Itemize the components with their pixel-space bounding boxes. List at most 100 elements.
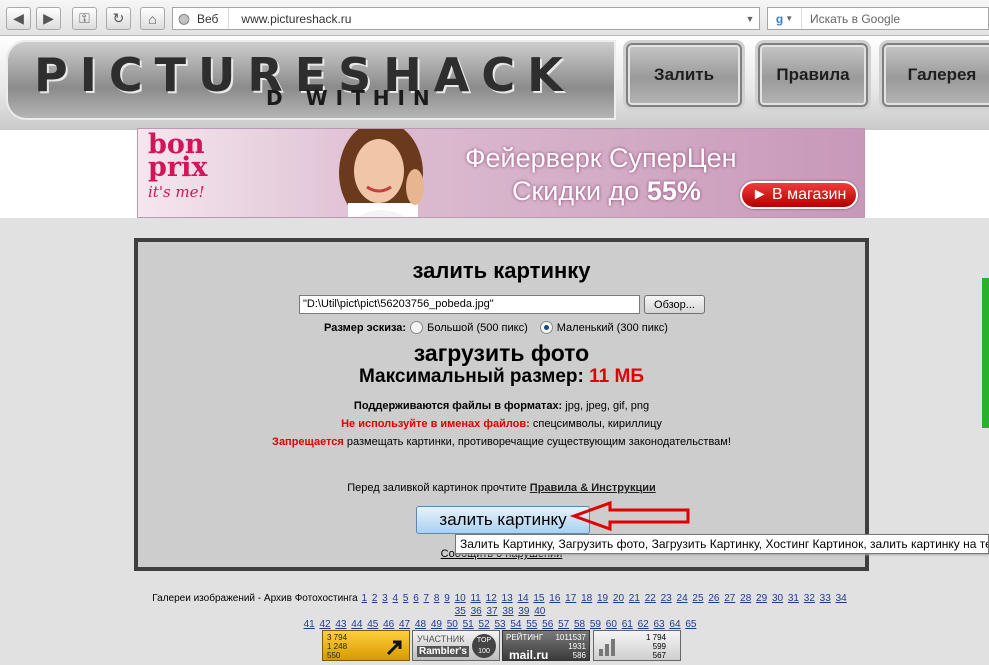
address-bar[interactable]: ◍ Веб www.pictureshack.ru ▼ [172, 7, 760, 30]
gallery-page-link[interactable]: 56 [542, 619, 553, 630]
gallery-page-link[interactable]: 34 [836, 593, 847, 604]
gallery-page-link[interactable]: 14 [517, 593, 528, 604]
gallery-page-link[interactable]: 13 [502, 593, 513, 604]
gallery-page-link[interactable]: 20 [613, 593, 624, 604]
gallery-page-link[interactable]: 47 [399, 619, 410, 630]
gallery-page-link[interactable]: 29 [756, 593, 767, 604]
gallery-page-link[interactable]: 49 [431, 619, 442, 630]
reload-icon: ↻ [112, 10, 125, 26]
gallery-page-link[interactable]: 4 [393, 593, 399, 604]
menu-upload-button[interactable]: Залить [626, 43, 742, 107]
gallery-page-link[interactable]: 18 [581, 593, 592, 604]
gallery-page-link[interactable]: 60 [606, 619, 617, 630]
browse-button[interactable]: Обзор... [644, 295, 705, 314]
gallery-page-link[interactable]: 51 [463, 619, 474, 630]
gallery-page-link[interactable]: 28 [740, 593, 751, 604]
counter-stat[interactable]: 1 794 599 567 [593, 630, 681, 661]
gallery-page-link[interactable]: 5 [403, 593, 409, 604]
file-path-input[interactable]: "D:\Util\pict\pict\56203756_pobeda.jpg" [299, 295, 640, 314]
gallery-page-link[interactable]: 26 [708, 593, 719, 604]
gallery-page-link[interactable]: 61 [622, 619, 633, 630]
gallery-page-link[interactable]: 3 [382, 593, 388, 604]
gallery-page-link[interactable]: 40 [534, 606, 545, 617]
gallery-page-link[interactable]: 65 [685, 619, 696, 630]
arrow-up-right-icon [386, 640, 402, 656]
gallery-page-link[interactable]: 33 [820, 593, 831, 604]
radio-large[interactable] [410, 321, 424, 334]
gallery-page-link[interactable]: 27 [724, 593, 735, 604]
gallery-page-link[interactable]: 42 [319, 619, 330, 630]
google-logo-icon[interactable]: g ▼ [768, 8, 802, 29]
radio-small-label: Маленький (300 пикс) [556, 321, 668, 334]
radio-large-label: Большой (500 пикс) [427, 321, 528, 334]
google-search-box[interactable]: g ▼ Искать в Google [767, 7, 989, 30]
gallery-page-link[interactable]: 53 [494, 619, 505, 630]
gallery-page-link[interactable]: 38 [502, 606, 513, 617]
gallery-page-link[interactable]: 22 [645, 593, 656, 604]
gallery-page-link[interactable]: 37 [486, 606, 497, 617]
forward-button[interactable]: ▶ [36, 7, 61, 30]
gallery-page-link[interactable]: 48 [415, 619, 426, 630]
address-url[interactable]: www.pictureshack.ru [229, 12, 741, 26]
gallery-page-link[interactable]: 43 [335, 619, 346, 630]
gallery-page-link[interactable]: 17 [565, 593, 576, 604]
gallery-page-link[interactable]: 21 [629, 593, 640, 604]
key-button[interactable]: ⚿ [72, 7, 97, 30]
gallery-page-link[interactable]: 46 [383, 619, 394, 630]
gallery-page-link[interactable]: 8 [434, 593, 440, 604]
gallery-page-link[interactable]: 16 [549, 593, 560, 604]
search-input[interactable]: Искать в Google [802, 12, 900, 26]
gallery-page-link[interactable]: 35 [455, 606, 466, 617]
gallery-page-link[interactable]: 57 [558, 619, 569, 630]
reload-button[interactable]: ↻ [106, 7, 131, 30]
gallery-page-link[interactable]: 9 [444, 593, 450, 604]
counter-rambler[interactable]: УЧАСТНИК Rambler's TOP 100 [412, 630, 500, 661]
gallery-page-link[interactable]: 6 [413, 593, 419, 604]
ad-banner[interactable]: bon prix it's me! Фейерверк СуперЦен Ски… [137, 128, 865, 218]
gallery-page-link[interactable]: 31 [788, 593, 799, 604]
gallery-page-link[interactable]: 10 [455, 593, 466, 604]
gallery-page-link[interactable]: 63 [654, 619, 665, 630]
gallery-page-link[interactable]: 2 [372, 593, 378, 604]
counter-mailru[interactable]: РЕЙТИНГ 1011537 1931 586 mail.ru [502, 630, 590, 662]
home-button[interactable]: ⌂ [140, 7, 165, 30]
gallery-page-link[interactable]: 25 [692, 593, 703, 604]
gallery-page-link[interactable]: 30 [772, 593, 783, 604]
upload-submit-button[interactable]: залить картинку [416, 506, 590, 534]
gallery-page-link[interactable]: 32 [804, 593, 815, 604]
browser-toolbar: ◀ ▶ ⚿ ↻ ⌂ ◍ Веб www.pictureshack.ru ▼ g ▼… [0, 0, 989, 36]
bar-chart-icon [599, 639, 615, 656]
gallery-label: Галереи изображений - Архив Фотохостинга [152, 593, 358, 604]
gallery-page-link[interactable]: 12 [486, 593, 497, 604]
menu-rules-button[interactable]: Правила [758, 43, 868, 107]
gallery-page-link[interactable]: 36 [471, 606, 482, 617]
upload-heading: залить картинку [412, 258, 591, 283]
rules-link[interactable]: Правила & Инструкции [530, 482, 656, 494]
gallery-page-link[interactable]: 55 [526, 619, 537, 630]
forward-arrow-icon: ▶ [43, 10, 54, 26]
gallery-page-link[interactable]: 45 [367, 619, 378, 630]
gallery-page-link[interactable]: 52 [479, 619, 490, 630]
gallery-page-link[interactable]: 1 [361, 593, 367, 604]
gallery-page-link[interactable]: 62 [638, 619, 649, 630]
gallery-page-link[interactable]: 50 [447, 619, 458, 630]
gallery-page-link[interactable]: 54 [510, 619, 521, 630]
gallery-page-link[interactable]: 24 [677, 593, 688, 604]
gallery-page-link[interactable]: 23 [661, 593, 672, 604]
back-button[interactable]: ◀ [6, 7, 31, 30]
menu-gallery-button[interactable]: Галерея [882, 43, 989, 107]
gallery-page-link[interactable]: 59 [590, 619, 601, 630]
gallery-page-link[interactable]: 15 [533, 593, 544, 604]
gallery-page-link[interactable]: 58 [574, 619, 585, 630]
gallery-page-link[interactable]: 11 [470, 593, 480, 604]
gallery-page-link[interactable]: 39 [518, 606, 529, 617]
chevron-down-icon[interactable]: ▼ [741, 14, 759, 24]
counter-liveinternet[interactable]: 3 794 1 248 550 [322, 630, 410, 661]
gallery-page-link[interactable]: 41 [304, 619, 315, 630]
gallery-page-link[interactable]: 64 [669, 619, 680, 630]
gallery-page-link[interactable]: 44 [351, 619, 362, 630]
radio-small[interactable] [539, 321, 553, 334]
banner-shop-button[interactable]: ► В магазин [740, 181, 858, 209]
gallery-page-link[interactable]: 7 [424, 593, 430, 604]
gallery-page-link[interactable]: 19 [597, 593, 608, 604]
